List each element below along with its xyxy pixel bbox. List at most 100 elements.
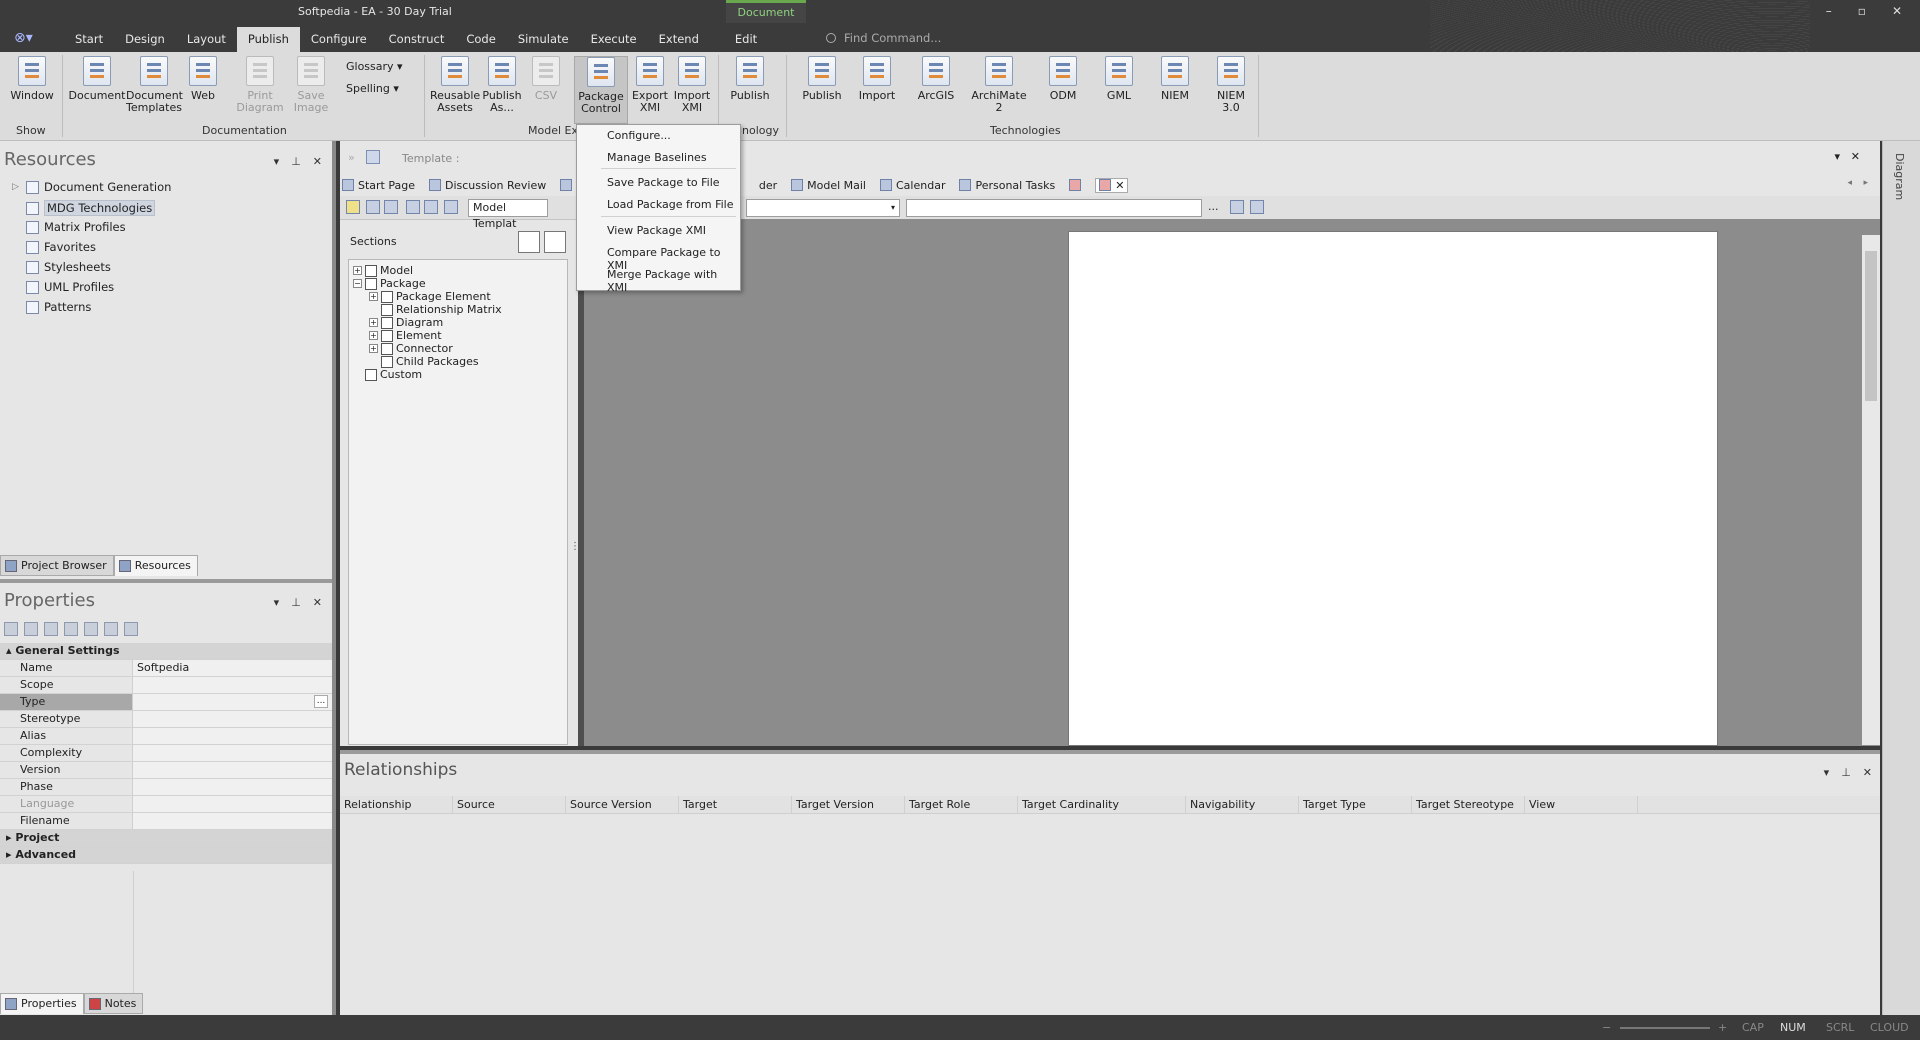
property-value[interactable] xyxy=(133,745,332,761)
document-templates-button[interactable]: Document Templates xyxy=(126,56,183,114)
calendar-icon[interactable] xyxy=(1230,200,1244,214)
document-page[interactable] xyxy=(1068,231,1718,746)
save-icon[interactable] xyxy=(366,200,380,214)
check-icon[interactable] xyxy=(64,622,78,636)
reusable-assets-button[interactable]: Reusable Assets xyxy=(430,56,480,114)
diagram-strip-label[interactable]: Diagram xyxy=(1893,153,1906,200)
section-checkbox[interactable] xyxy=(381,355,393,368)
property-row[interactable]: Alias xyxy=(0,728,332,745)
resource-item[interactable]: Matrix Profiles xyxy=(12,220,126,234)
odm-button[interactable]: ODM xyxy=(1044,56,1082,102)
relationships-column-header[interactable]: Target Stereotype xyxy=(1412,796,1525,813)
save-image-button[interactable]: Save Image xyxy=(286,56,336,114)
property-value[interactable] xyxy=(133,779,332,795)
pin-icon[interactable]: ⊥ xyxy=(291,155,301,168)
nav-arrow-icon[interactable]: » xyxy=(348,151,355,164)
expand-toggle-icon[interactable]: + xyxy=(369,331,378,340)
pin-icon[interactable]: ⊥ xyxy=(291,596,301,609)
browse-button[interactable]: ... xyxy=(1208,200,1219,213)
resource-item[interactable]: MDG Technologies xyxy=(12,200,156,216)
menu-tab-extend[interactable]: Extend xyxy=(648,27,710,52)
resource-item[interactable]: UML Profiles xyxy=(12,280,114,294)
expand-toggle-icon[interactable]: + xyxy=(369,318,378,327)
tab-discussion-review[interactable]: Discussion Review xyxy=(429,179,546,192)
tab-model-mail[interactable]: Model Mail xyxy=(791,179,866,192)
restore-button[interactable]: ▫ xyxy=(1858,4,1866,18)
publish-as-button[interactable]: Publish As... xyxy=(480,56,524,114)
menu-merge-package-with-xmi[interactable]: Merge Package with XMI xyxy=(607,268,740,294)
tab-start-page[interactable]: Start Page xyxy=(342,179,415,192)
section-checkbox[interactable] xyxy=(365,277,377,290)
new-icon[interactable] xyxy=(346,200,360,214)
property-value[interactable] xyxy=(133,796,332,812)
glasses-icon[interactable] xyxy=(124,622,138,636)
niem-button[interactable]: NIEM xyxy=(1156,56,1194,102)
close-icon[interactable]: ✕ xyxy=(313,155,322,168)
package-control-button[interactable]: Package Control xyxy=(574,56,628,124)
generate-icon[interactable] xyxy=(406,200,420,214)
sort-az-icon[interactable] xyxy=(24,622,38,636)
section-tree-item[interactable]: + Diagram xyxy=(369,316,443,329)
section-checkbox[interactable] xyxy=(365,368,377,381)
niem-3-button[interactable]: NIEM 3.0 xyxy=(1212,56,1250,114)
property-row[interactable]: Filename xyxy=(0,813,332,830)
web-button[interactable]: Web xyxy=(186,56,220,102)
add-section-button[interactable] xyxy=(518,231,540,253)
tab-properties[interactable]: Properties xyxy=(0,993,84,1014)
tab-close-icon[interactable]: ✕ xyxy=(1115,179,1124,192)
section-tree-item[interactable]: + Connector xyxy=(369,342,453,355)
section-tree-item[interactable]: Child Packages xyxy=(369,355,479,368)
menu-load-package-from-file[interactable]: Load Package from File xyxy=(607,198,733,211)
section-tree-item[interactable]: + Model xyxy=(353,264,413,277)
tab-scroll-right-icon[interactable]: ▸ xyxy=(1863,178,1868,188)
property-value[interactable] xyxy=(133,762,332,778)
scrollbar-thumb[interactable] xyxy=(1865,251,1877,401)
section-tree-item[interactable]: + Package Element xyxy=(369,290,491,303)
tab-scroll-left-icon[interactable]: ◂ xyxy=(1847,178,1852,188)
publish-button[interactable]: Publish xyxy=(800,56,844,102)
glossary-button[interactable]: Glossary ▾ xyxy=(346,60,403,73)
vertical-scrollbar[interactable] xyxy=(1862,235,1880,745)
relationships-column-header[interactable]: Navigability xyxy=(1186,796,1299,813)
find-replace-icon[interactable] xyxy=(424,200,438,214)
section-tree-item[interactable]: Relationship Matrix xyxy=(369,303,502,316)
menu-tab-layout[interactable]: Layout xyxy=(176,27,237,52)
close-icon[interactable]: ✕ xyxy=(1863,766,1872,779)
zoom-slider[interactable] xyxy=(1620,1027,1710,1029)
menu-save-package-to-file[interactable]: Save Package to File xyxy=(607,176,720,189)
menu-tab-execute[interactable]: Execute xyxy=(580,27,648,52)
section-project[interactable]: ▸ Project xyxy=(0,830,332,847)
menu-tab-configure[interactable]: Configure xyxy=(300,27,378,52)
menu-tab-design[interactable]: Design xyxy=(114,27,176,52)
spelling-button[interactable]: Spelling ▾ xyxy=(346,82,399,95)
property-row[interactable]: Scope xyxy=(0,677,332,694)
categorized-icon[interactable] xyxy=(4,622,18,636)
minimize-button[interactable]: – xyxy=(1826,4,1832,18)
relationships-column-header[interactable]: Target Version xyxy=(792,796,905,813)
section-advanced[interactable]: ▸ Advanced xyxy=(0,847,332,864)
settings-icon[interactable] xyxy=(1250,200,1264,214)
relationships-column-header[interactable]: Source Version xyxy=(566,796,679,813)
copy-icon[interactable] xyxy=(384,200,398,214)
expand-toggle-icon[interactable]: + xyxy=(353,266,362,275)
property-value[interactable]: Softpedia xyxy=(133,660,332,676)
element-icon[interactable] xyxy=(84,622,98,636)
property-value[interactable]: ... xyxy=(133,694,332,710)
section-checkbox[interactable] xyxy=(381,290,393,303)
menu-manage-baselines[interactable]: Manage Baselines xyxy=(607,151,707,164)
panel-menu-icon[interactable]: ▾ xyxy=(274,596,280,609)
tab-document-active[interactable]: ✕ xyxy=(1095,177,1129,193)
import-button[interactable]: Import xyxy=(854,56,900,102)
expand-icon[interactable]: ▷ xyxy=(12,182,26,192)
window-button[interactable]: Window xyxy=(8,56,56,102)
page-icon[interactable] xyxy=(444,200,458,214)
type-browse-button[interactable]: ... xyxy=(314,695,328,708)
find-command[interactable]: Find Command... xyxy=(826,31,941,45)
expand-toggle-icon[interactable]: − xyxy=(353,279,362,288)
menu-tab-publish[interactable]: Publish xyxy=(236,27,300,52)
tab-builder[interactable]: der xyxy=(759,179,777,192)
document-button[interactable]: Document xyxy=(68,56,126,102)
resource-item[interactable]: ▷ Document Generation xyxy=(12,180,171,194)
close-icon[interactable]: ✕ xyxy=(313,596,322,609)
print-diagram-button[interactable]: Print Diagram xyxy=(232,56,288,114)
